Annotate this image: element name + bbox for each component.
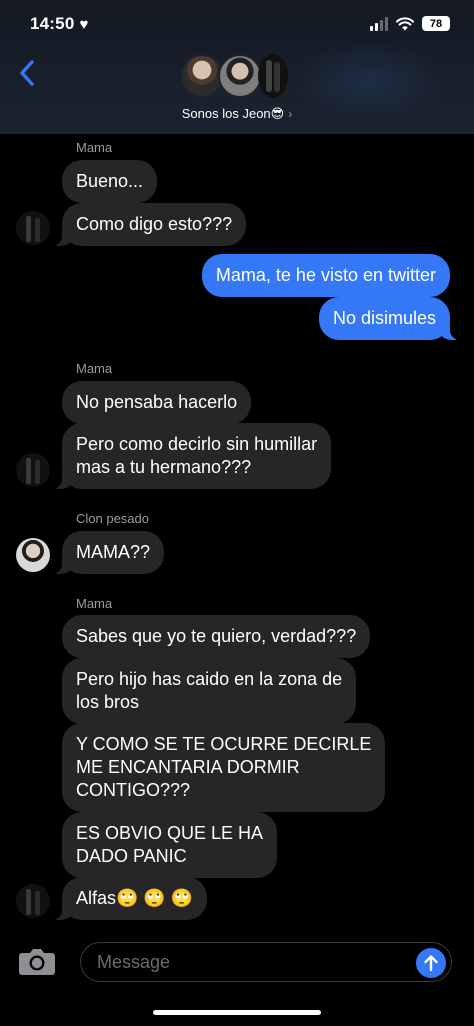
camera-icon[interactable]	[18, 946, 56, 976]
group-name[interactable]: Sonos los Jeon😎 ›	[0, 106, 474, 122]
message-bubble-outgoing[interactable]: No disimules	[318, 297, 463, 340]
message-text-line: ME ENCANTARIA DORMIR	[76, 757, 300, 777]
message-text: Bueno...	[76, 171, 144, 191]
message-input[interactable]	[80, 942, 452, 982]
message-text-line: Pero hijo has caido en la zona de	[76, 669, 343, 689]
status-time-text: 14:50	[30, 14, 75, 33]
message-bubble-incoming[interactable]: MAMA??	[49, 531, 165, 574]
status-time: 14:50 ♥	[30, 14, 89, 34]
wifi-icon	[396, 16, 414, 30]
avatar[interactable]	[16, 453, 50, 487]
sender-label: Mama	[76, 596, 113, 611]
group-avatar-2	[218, 54, 262, 98]
chevron-left-icon[interactable]	[16, 58, 38, 88]
home-indicator[interactable]	[153, 1010, 321, 1015]
message-bubble-incoming[interactable]: No pensaba hacerlo	[62, 381, 252, 424]
send-button[interactable]	[416, 948, 446, 978]
message-list[interactable]: Mama Bueno... Como digo esto??? Mama, te…	[0, 134, 474, 934]
heart-icon: ♥	[79, 15, 89, 33]
message-text: No disimules	[332, 308, 436, 328]
battery-icon: 78	[422, 16, 450, 31]
message-bubble-incoming[interactable]: Pero como decirlo sin humillar mas a tu …	[49, 423, 332, 489]
message-text-line: Y COMO SE TE OCURRE DECIRLE	[76, 734, 372, 754]
battery-level: 78	[429, 17, 443, 30]
message-bubble-incoming[interactable]: Bueno...	[62, 160, 158, 203]
sender-label: Clon pesado	[76, 511, 149, 526]
message-bubble-incoming[interactable]: ES OBVIO QUE LE HA DADO PANIC	[62, 812, 278, 878]
group-avatars[interactable]	[180, 54, 300, 102]
message-text-line: DADO PANIC	[76, 846, 187, 866]
sender-label: Mama	[76, 140, 113, 155]
avatar[interactable]	[16, 211, 50, 245]
avatar[interactable]	[16, 884, 50, 918]
arrow-up-icon	[424, 955, 438, 972]
message-text-line: los bros	[76, 692, 140, 712]
imessage-screen: 14:50 ♥ 78 Sonos los Jeon😎 › Mama Bueno.…	[0, 0, 474, 1026]
message-text: MAMA??	[76, 542, 151, 562]
signal-icon	[370, 16, 388, 31]
group-name-text: Sonos los Jeon😎	[181, 106, 285, 121]
composer-bar	[0, 934, 474, 1026]
message-bubble-incoming[interactable]: Pero hijo has caido en la zona de los br…	[62, 658, 357, 724]
message-bubble-outgoing[interactable]: Mama, te he visto en twitter	[201, 254, 450, 297]
message-text-line: mas a tu hermano???	[76, 457, 252, 477]
message-text: Mama, te he visto en twitter	[215, 265, 436, 285]
status-icons: 78	[370, 16, 450, 31]
group-avatar-3	[258, 54, 288, 98]
message-text-line: ES OBVIO QUE LE HA	[76, 823, 264, 843]
avatar[interactable]	[16, 538, 50, 572]
message-bubble-incoming[interactable]: Y COMO SE TE OCURRE DECIRLE ME ENCANTARI…	[62, 723, 386, 812]
sender-label: Mama	[76, 361, 113, 376]
message-bubble-incoming[interactable]: Como digo esto???	[49, 203, 247, 246]
message-text: Como digo esto???	[76, 214, 233, 234]
message-text: Alfas🙄 🙄 🙄	[76, 888, 194, 908]
conversation-header: 14:50 ♥ 78 Sonos los Jeon😎 ›	[0, 0, 474, 134]
message-bubble-incoming[interactable]: Alfas🙄 🙄 🙄	[49, 877, 208, 920]
chevron-right-icon: ›	[288, 107, 293, 121]
message-text: No pensaba hacerlo	[76, 392, 238, 412]
message-text: Sabes que yo te quiero, verdad???	[76, 626, 357, 646]
message-text-line: CONTIGO???	[76, 780, 191, 800]
message-text-line: Pero como decirlo sin humillar	[76, 434, 318, 454]
message-bubble-incoming[interactable]: Sabes que yo te quiero, verdad???	[62, 615, 371, 658]
